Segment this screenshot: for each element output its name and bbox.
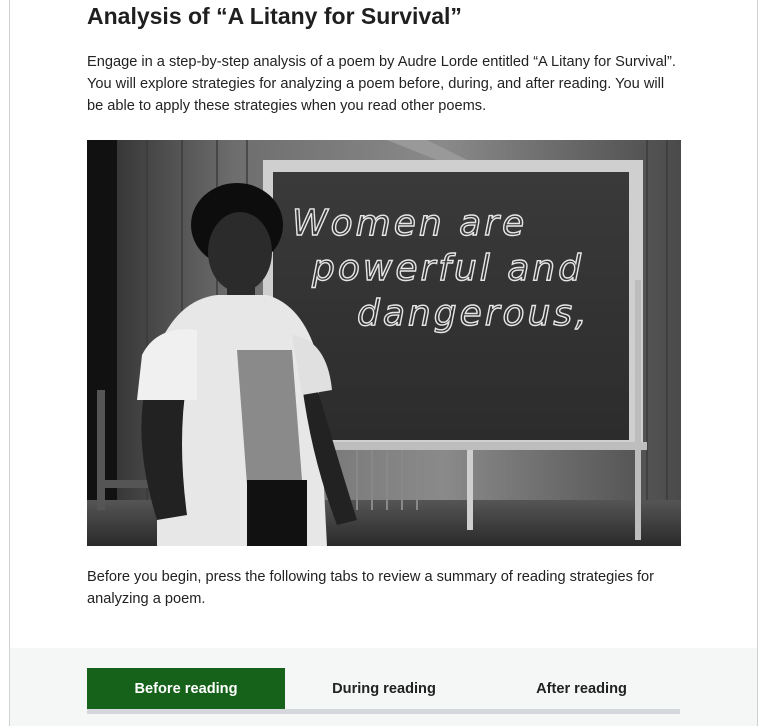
instructions-paragraph: Before you begin, press the following ta… xyxy=(87,569,655,607)
hero-photo: Women are powerful and dangerous, xyxy=(87,140,681,546)
page-title: Analysis of “A Litany for Survival” xyxy=(87,3,462,29)
tab-before-reading[interactable]: Before reading xyxy=(87,668,285,709)
intro-paragraph: Engage in a step-by-step analysis of a p… xyxy=(87,54,676,114)
hero-photo-illustration: Women are powerful and dangerous, xyxy=(87,140,681,546)
tab-underline xyxy=(87,709,680,714)
reading-strategy-tabs: Before reading During reading After read… xyxy=(87,668,680,714)
tab-after-reading[interactable]: After reading xyxy=(483,668,680,709)
tab-during-reading[interactable]: During reading xyxy=(285,668,483,709)
chalk-line-2: powerful and xyxy=(311,248,584,289)
chalk-line-1: Women are xyxy=(292,203,527,244)
chalk-line-3: dangerous, xyxy=(357,293,590,334)
